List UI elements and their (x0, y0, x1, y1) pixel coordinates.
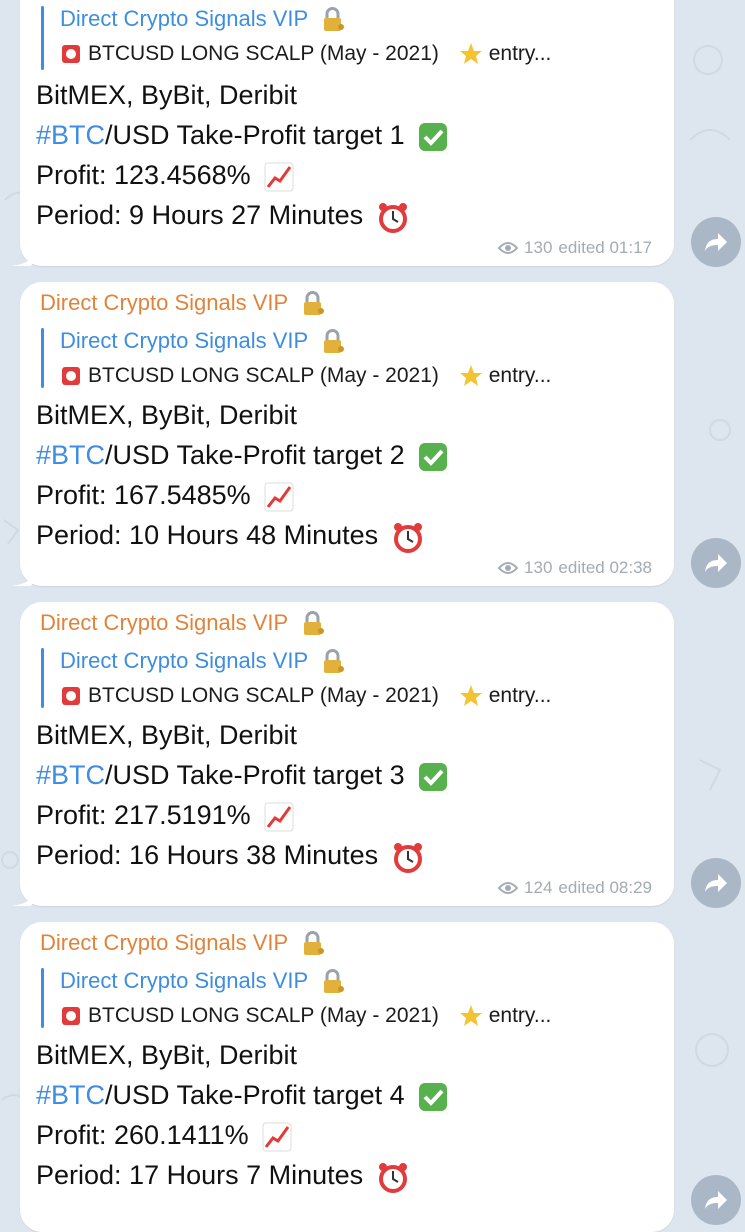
star-icon (459, 365, 482, 387)
exchanges-text: BitMEX, ByBit, Deribit (36, 720, 298, 750)
message-meta: 130 edited 02:38 (498, 558, 652, 578)
quote-bar (41, 648, 44, 708)
quote-title[interactable]: Direct Crypto Signals VIP (60, 6, 346, 33)
chart-increasing-icon (264, 482, 294, 512)
forward-arrow-icon (705, 874, 727, 892)
eye-icon (498, 562, 519, 574)
check-mark-icon (419, 762, 448, 791)
target-line: #BTC/USD Take-Profit target 1 (36, 120, 448, 152)
alarm-clock-icon (378, 1162, 407, 1193)
alarm-clock-icon (378, 202, 407, 233)
exchanges-text: BitMEX, ByBit, Deribit (36, 1040, 298, 1070)
bubble-tail (11, 568, 33, 586)
quote-bar (41, 968, 44, 1028)
siren-icon (62, 45, 80, 64)
target-line: #BTC/USD Take-Profit target 3 (36, 760, 448, 792)
message-bubble-2[interactable]: Direct Crypto Signals VIP Direct Crypto … (20, 282, 674, 586)
siren-icon (62, 367, 80, 386)
quote-text: BTCUSD LONG SCALP (May - 2021) entry... (60, 684, 551, 708)
sender-name[interactable]: Direct Crypto Signals VIP (40, 930, 326, 957)
lock-with-key-icon (323, 329, 344, 354)
sender-name[interactable]: Direct Crypto Signals VIP (40, 610, 326, 637)
message-bubble-4[interactable]: Direct Crypto Signals VIP Direct Crypto … (20, 922, 674, 1232)
alarm-clock-icon (393, 842, 422, 873)
hashtag-link[interactable]: #BTC (36, 120, 105, 150)
bubble-tail (11, 248, 33, 266)
profit-line: Profit: 123.4568% (36, 160, 294, 192)
siren-icon (62, 1007, 80, 1026)
quote-title[interactable]: Direct Crypto Signals VIP (60, 328, 346, 355)
hashtag-link[interactable]: #BTC (36, 1080, 105, 1110)
target-line: #BTC/USD Take-Profit target 2 (36, 440, 448, 472)
check-mark-icon (419, 1082, 448, 1111)
star-icon (459, 1005, 482, 1027)
period-line: Period: 17 Hours 7 Minutes (36, 1160, 409, 1193)
forward-arrow-icon (705, 233, 727, 251)
chart-increasing-icon (264, 802, 294, 832)
profit-line: Profit: 217.5191% (36, 800, 294, 832)
lock-with-key-icon (323, 969, 344, 994)
quote-text: BTCUSD LONG SCALP (May - 2021) entry... (60, 1004, 551, 1028)
forward-button[interactable] (691, 538, 741, 588)
quote-title[interactable]: Direct Crypto Signals VIP (60, 968, 346, 995)
quote-text: BTCUSD LONG SCALP (May - 2021) entry... (60, 364, 551, 388)
exchanges-text: BitMEX, ByBit, Deribit (36, 400, 298, 430)
message-bubble-1[interactable]: Direct Crypto Signals VIP BTCUSD LONG SC… (20, 0, 674, 266)
period-line: Period: 9 Hours 27 Minutes (36, 200, 409, 233)
hashtag-link[interactable]: #BTC (36, 440, 105, 470)
lock-with-key-icon (303, 931, 324, 956)
chart-increasing-icon (262, 1122, 292, 1152)
star-icon (459, 685, 482, 707)
quote-bar (41, 328, 44, 388)
exchanges-text: BitMEX, ByBit, Deribit (36, 80, 298, 110)
profit-line: Profit: 167.5485% (36, 480, 294, 512)
period-line: Period: 16 Hours 38 Minutes (36, 840, 424, 873)
star-icon (459, 43, 482, 65)
forward-arrow-icon (705, 1191, 727, 1209)
lock-with-key-icon (323, 7, 344, 32)
profit-line: Profit: 260.1411% (36, 1120, 292, 1152)
lock-with-key-icon (323, 649, 344, 674)
eye-icon (498, 242, 519, 254)
alarm-clock-icon (393, 522, 422, 553)
bubble-tail (11, 888, 33, 906)
lock-with-key-icon (303, 291, 324, 316)
forward-arrow-icon (705, 554, 727, 572)
forward-button[interactable] (691, 1175, 741, 1225)
forward-button[interactable] (691, 217, 741, 267)
hashtag-link[interactable]: #BTC (36, 760, 105, 790)
target-line: #BTC/USD Take-Profit target 4 (36, 1080, 448, 1112)
period-line: Period: 10 Hours 48 Minutes (36, 520, 424, 553)
quote-text: BTCUSD LONG SCALP (May - 2021) entry... (60, 42, 551, 66)
eye-icon (498, 882, 519, 894)
message-meta: 124 edited 08:29 (498, 878, 652, 898)
message-meta: 130 edited 01:17 (498, 238, 652, 258)
sender-name[interactable]: Direct Crypto Signals VIP (40, 290, 326, 317)
lock-with-key-icon (303, 611, 324, 636)
quote-title[interactable]: Direct Crypto Signals VIP (60, 648, 346, 675)
check-mark-icon (419, 442, 448, 471)
check-mark-icon (419, 122, 448, 151)
message-bubble-3[interactable]: Direct Crypto Signals VIP Direct Crypto … (20, 602, 674, 906)
forward-button[interactable] (691, 858, 741, 908)
chart-increasing-icon (264, 162, 294, 192)
siren-icon (62, 687, 80, 706)
quote-bar (41, 6, 44, 70)
